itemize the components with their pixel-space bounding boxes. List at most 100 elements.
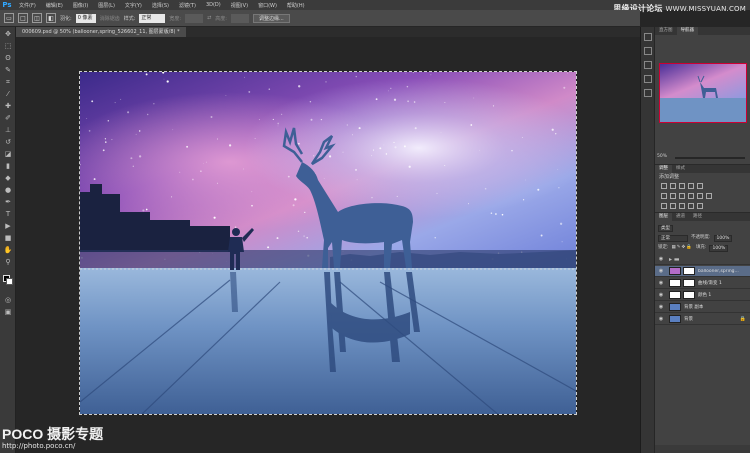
navigator-zoom-slider[interactable] — [675, 157, 745, 159]
layer-thumbnail[interactable] — [669, 303, 681, 311]
shape-tool-icon[interactable]: ■ — [3, 233, 13, 243]
tab-navigator[interactable]: 导航器 — [676, 27, 698, 35]
hand-tool-icon[interactable]: ✋ — [3, 245, 13, 255]
visibility-eye-icon[interactable]: ◉ — [657, 315, 665, 323]
menu-filter[interactable]: 滤镜(T) — [174, 2, 201, 9]
layer-name[interactable]: 曲线/渐变 1 — [698, 280, 722, 286]
blur-tool-icon[interactable]: ◆ — [3, 173, 13, 183]
selective-color-icon[interactable] — [688, 203, 694, 209]
layer-row[interactable]: ◉ ballooner,spring... — [655, 266, 750, 277]
invert-icon[interactable] — [661, 203, 667, 209]
paragraph-panel-icon[interactable] — [644, 89, 652, 97]
swap-icon[interactable]: ⇄ — [207, 15, 211, 21]
background-color-swatch[interactable] — [6, 278, 13, 285]
folder-icon[interactable]: ▸ ▬ — [669, 256, 680, 263]
crop-tool-icon[interactable]: ⌗ — [3, 77, 13, 87]
move-tool-icon[interactable]: ✥ — [3, 29, 13, 39]
layer-name[interactable]: 背景 — [684, 316, 693, 322]
layer-thumbnail[interactable] — [669, 267, 681, 275]
style-select[interactable]: 正常 — [139, 13, 166, 23]
gradient-map-icon[interactable] — [697, 203, 703, 209]
width-input[interactable] — [185, 13, 204, 23]
navigator-zoom-value[interactable]: 50% — [657, 154, 667, 159]
black-white-icon[interactable] — [679, 193, 685, 199]
menu-layer[interactable]: 图层(L) — [93, 2, 120, 9]
fill-input[interactable]: 100% — [709, 244, 729, 252]
layer-mask-thumbnail[interactable] — [683, 279, 695, 287]
photo-filter-icon[interactable] — [688, 193, 694, 199]
zoom-tool-icon[interactable]: ⚲ — [3, 257, 13, 267]
brightness-icon[interactable] — [661, 183, 667, 189]
history-brush-tool-icon[interactable]: ↺ — [3, 137, 13, 147]
layer-mask-thumbnail[interactable] — [683, 291, 695, 299]
curves-icon[interactable] — [679, 183, 685, 189]
visibility-eye-icon[interactable]: ◉ — [657, 303, 665, 311]
marquee-tool-icon[interactable]: ▭ — [4, 13, 14, 23]
height-input[interactable] — [230, 13, 249, 23]
menu-edit[interactable]: 编辑(E) — [41, 2, 68, 9]
layer-name[interactable]: 背景 副本 — [684, 304, 703, 310]
layer-row[interactable]: ◉ 颜色 1 — [655, 290, 750, 301]
menu-help[interactable]: 帮助(H) — [282, 2, 310, 9]
eraser-tool-icon[interactable]: ◪ — [3, 149, 13, 159]
canvas-area[interactable] — [16, 37, 640, 453]
vibrance-icon[interactable] — [697, 183, 703, 189]
layer-mask-thumbnail[interactable] — [683, 267, 695, 275]
navigator-thumbnail[interactable] — [659, 63, 747, 123]
channel-mixer-icon[interactable] — [697, 193, 703, 199]
tab-channels[interactable]: 通道 — [672, 213, 689, 221]
document-tab[interactable]: 000609.psd @ 50% (ballooner,spring_52660… — [16, 27, 186, 37]
new-selection-icon[interactable]: □ — [18, 13, 28, 23]
tab-adjustments[interactable]: 调整 — [655, 165, 672, 173]
stamp-tool-icon[interactable]: ⊥ — [3, 125, 13, 135]
lasso-tool-icon[interactable]: ʘ — [3, 53, 13, 63]
subtract-selection-icon[interactable]: ◧ — [46, 13, 56, 23]
visibility-eye-icon[interactable]: ◉ — [657, 267, 665, 275]
tab-styles[interactable]: 样式 — [672, 165, 689, 173]
quick-select-tool-icon[interactable]: ✎ — [3, 65, 13, 75]
refine-edge-button[interactable]: 调整边缘... — [252, 13, 290, 23]
menu-file[interactable]: 文件(F) — [14, 2, 41, 9]
tab-layers[interactable]: 图层 — [655, 213, 672, 221]
brush-tool-icon[interactable]: ✐ — [3, 113, 13, 123]
color-lookup-icon[interactable] — [706, 193, 712, 199]
threshold-icon[interactable] — [679, 203, 685, 209]
posterize-icon[interactable] — [670, 203, 676, 209]
info-panel-icon[interactable] — [644, 61, 652, 69]
antialias-checkbox[interactable]: 消除锯齿 — [100, 15, 120, 22]
tab-histogram[interactable]: 直方图 — [655, 27, 677, 35]
healing-tool-icon[interactable]: ✚ — [3, 101, 13, 111]
opacity-input[interactable]: 100% — [713, 234, 733, 242]
visibility-eye-icon[interactable]: ◉ — [657, 291, 665, 299]
menu-image[interactable]: 图像(I) — [68, 2, 93, 9]
pen-tool-icon[interactable]: ✒ — [3, 197, 13, 207]
layer-thumbnail[interactable] — [669, 291, 681, 299]
properties-panel-icon[interactable] — [644, 75, 652, 83]
layer-name[interactable]: ballooner,spring... — [698, 269, 739, 274]
gradient-tool-icon[interactable]: ▮ — [3, 161, 13, 171]
menu-3d[interactable]: 3D(D) — [201, 2, 226, 8]
eyedropper-tool-icon[interactable]: ⁄ — [3, 89, 13, 99]
layer-thumbnail[interactable] — [669, 315, 681, 323]
hue-saturation-icon[interactable] — [661, 193, 667, 199]
menu-select[interactable]: 选择(S) — [147, 2, 174, 9]
menu-view[interactable]: 视图(V) — [226, 2, 253, 9]
dodge-tool-icon[interactable]: ● — [3, 185, 13, 195]
screen-mode-icon[interactable]: ▣ — [3, 307, 13, 317]
quick-mask-icon[interactable]: ◎ — [3, 295, 13, 305]
layer-row[interactable]: ◉ ▸ ▬ — [655, 254, 750, 265]
layer-name[interactable]: 颜色 1 — [698, 292, 711, 298]
tab-paths[interactable]: 路径 — [689, 213, 706, 221]
type-tool-icon[interactable]: T — [3, 209, 13, 219]
levels-icon[interactable] — [670, 183, 676, 189]
add-selection-icon[interactable]: ◫ — [32, 13, 42, 23]
history-panel-icon[interactable] — [644, 33, 652, 41]
menu-type[interactable]: 文字(Y) — [120, 2, 147, 9]
layer-row[interactable]: ◉ 背景 副本 — [655, 302, 750, 313]
marquee-tool-icon[interactable]: ⬚ — [3, 41, 13, 51]
color-balance-icon[interactable] — [670, 193, 676, 199]
lock-icons[interactable]: ▦✎✥🔒 — [672, 244, 693, 252]
layer-kind-select[interactable]: 类型 — [658, 224, 673, 232]
layer-thumbnail[interactable] — [669, 279, 681, 287]
visibility-eye-icon[interactable]: ◉ — [657, 255, 665, 263]
